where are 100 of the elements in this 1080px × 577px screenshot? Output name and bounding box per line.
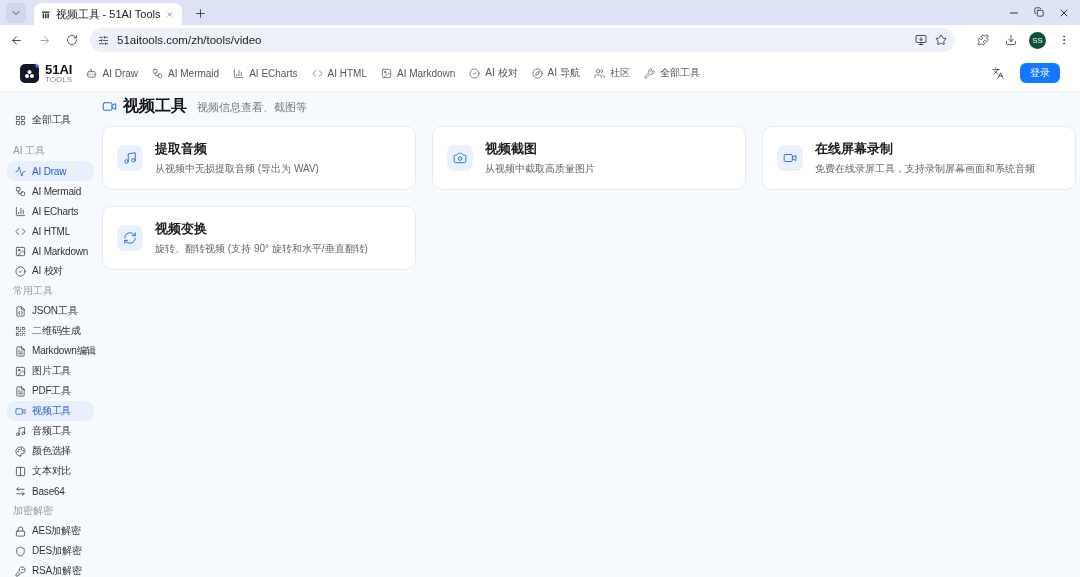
sidebar-item[interactable]: Markdown编辑	[7, 341, 94, 361]
arrows-icon	[15, 485, 26, 497]
flow-icon	[15, 185, 26, 197]
code-icon	[311, 67, 323, 79]
sidebar-item[interactable]: JSON工具	[7, 301, 94, 321]
reload-icon	[66, 34, 78, 46]
sidebar-section-title: 常用工具	[12, 284, 54, 298]
music-icon	[15, 425, 26, 437]
camera-icon	[453, 151, 467, 165]
logo-icon	[20, 63, 40, 83]
tool-title: 在线屏幕录制	[815, 140, 894, 158]
puzzle-icon	[977, 34, 989, 46]
wave-icon	[15, 165, 26, 177]
translate-icon	[992, 67, 1004, 79]
document-icon	[15, 345, 26, 357]
video-camera-icon	[783, 151, 797, 165]
star-icon	[935, 34, 947, 46]
sidebar-section-title: 加密解密	[12, 504, 54, 518]
sidebar-item[interactable]: RSA加解密	[7, 561, 94, 577]
page-title: 视频工具	[123, 95, 187, 116]
site-favicon-icon	[42, 8, 50, 20]
tool-card[interactable]: 提取音频 从视频中无损提取音频 (导出为 WAV)	[102, 126, 416, 190]
url-text: 51aitools.com/zh/tools/video	[117, 34, 263, 46]
nav-link[interactable]: AI ECharts	[233, 67, 298, 79]
sidebar-item[interactable]: AES加解密	[7, 521, 94, 541]
page-subtitle: 视频信息查看、截图等	[197, 100, 307, 115]
columns-icon	[15, 465, 26, 477]
back-arrow-icon	[9, 33, 23, 47]
bar-chart-icon	[15, 205, 26, 217]
nav-link[interactable]: AI 导航	[531, 66, 580, 80]
address-bar[interactable]: 51aitools.com/zh/tools/video	[90, 28, 955, 52]
sidebar-item[interactable]: AI Markdown	[7, 241, 94, 261]
file-icon	[15, 305, 26, 317]
tool-card[interactable]: 视频截图 从视频中截取高质量图片	[432, 126, 746, 190]
sidebar-item[interactable]: 图片工具	[7, 361, 94, 381]
logo-text: 51AI	[45, 62, 73, 76]
tool-description: 从视频中无损提取音频 (导出为 WAV)	[155, 161, 319, 176]
sidebar-item[interactable]: 全部工具	[7, 105, 94, 135]
sidebar-item[interactable]: 二维码生成	[7, 321, 94, 341]
image-icon	[15, 365, 26, 377]
image-icon	[380, 67, 392, 79]
forward-arrow-icon	[37, 33, 51, 47]
flow-icon	[152, 67, 164, 79]
install-app-icon	[915, 34, 927, 46]
restore-icon	[1034, 6, 1044, 17]
browser-tab[interactable]: 视频工具 - 51AI Tools	[34, 3, 182, 25]
sidebar-item[interactable]: AI Mermaid	[7, 181, 94, 201]
site-settings-icon	[98, 34, 109, 46]
sidebar-item[interactable]: 颜色选择	[7, 441, 94, 461]
tool-description: 从视频中截取高质量图片	[485, 161, 595, 176]
tool-card[interactable]: 在线屏幕录制 免费在线录屏工具，支持录制屏幕画面和系统音频	[762, 126, 1076, 190]
nav-link[interactable]: 社区	[593, 66, 630, 80]
document-icon	[15, 385, 26, 397]
tool-card[interactable]: 视频变换 旋转、翻转视频 (支持 90° 旋转和水平/垂直翻转)	[102, 206, 416, 270]
users-icon	[593, 67, 605, 79]
shield-icon	[15, 545, 26, 557]
qr-code-icon	[15, 325, 26, 337]
compass-icon	[531, 67, 543, 79]
sidebar-item[interactable]: AI 校对	[7, 261, 94, 281]
nav-link[interactable]: AI 校对	[469, 66, 518, 80]
check-circle-icon	[469, 67, 481, 79]
check-circle-icon	[15, 265, 26, 277]
sidebar-item[interactable]: 文本对比	[7, 461, 94, 481]
nav-link[interactable]: AI Markdown	[380, 67, 456, 79]
login-button[interactable]: 登录	[1020, 63, 1060, 83]
bar-chart-icon	[233, 67, 245, 79]
tool-description: 免费在线录屏工具，支持录制屏幕画面和系统音频	[815, 161, 1035, 176]
code-icon	[15, 225, 26, 237]
sidebar-section-title: AI 工具	[12, 144, 47, 158]
grid-icon	[15, 114, 26, 126]
logo-subtitle: TOOLS	[45, 75, 73, 84]
key-icon	[15, 565, 26, 577]
palette-icon	[15, 445, 26, 457]
nav-link[interactable]: AI Mermaid	[152, 67, 220, 79]
sidebar-item[interactable]: Base64	[7, 481, 94, 501]
plus-icon	[193, 6, 207, 20]
sidebar-item[interactable]: PDF工具	[7, 381, 94, 401]
tool-title: 视频截图	[485, 140, 538, 158]
sidebar-item[interactable]: AI ECharts	[7, 201, 94, 221]
nav-link[interactable]: AI HTML	[311, 67, 367, 79]
refresh-icon	[123, 231, 137, 245]
music-icon	[123, 151, 137, 165]
tool-title: 提取音频	[155, 140, 208, 158]
tool-description: 旋转、翻转视频 (支持 90° 旋转和水平/垂直翻转)	[155, 241, 368, 256]
sidebar-item[interactable]: AI HTML	[7, 221, 94, 241]
sidebar-item[interactable]: DES加解密	[7, 541, 94, 561]
nav-link[interactable]: 全部工具	[643, 66, 700, 80]
tab-title: 视频工具 - 51AI Tools	[55, 6, 161, 22]
sidebar-item[interactable]: 音频工具	[7, 421, 94, 441]
download-icon	[1005, 34, 1017, 46]
profile-avatar[interactable]: SS	[1029, 31, 1046, 49]
sidebar-item[interactable]: 视频工具	[7, 401, 94, 421]
video-camera-icon	[15, 405, 26, 417]
wrench-icon	[643, 67, 655, 79]
image-icon	[15, 245, 26, 257]
nav-link[interactable]: AI Draw	[86, 67, 139, 79]
sidebar-item[interactable]: AI Draw	[7, 161, 94, 181]
lock-icon	[15, 525, 26, 537]
tool-title: 视频变换	[155, 220, 208, 238]
robot-icon	[86, 67, 98, 79]
